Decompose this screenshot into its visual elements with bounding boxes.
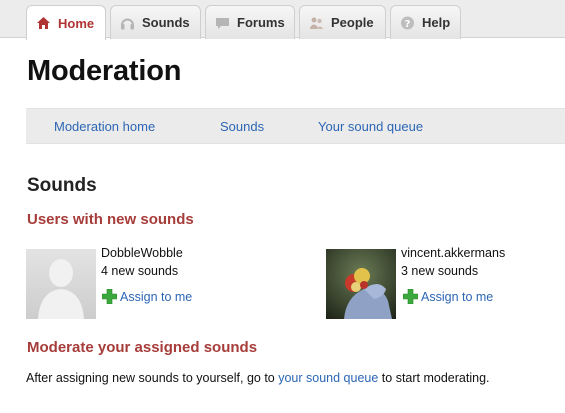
tab-label: Home [58, 15, 95, 31]
instructions-text: After assigning new sounds to yourself, … [26, 371, 279, 385]
headphones-icon [120, 16, 135, 30]
tab-label: Help [422, 15, 451, 30]
tab-people[interactable]: People [299, 5, 386, 39]
new-sounds-count: 3 new sounds [401, 264, 479, 278]
sound-queue-link[interactable]: your sound queue [278, 371, 378, 385]
tab-home[interactable]: Home [26, 5, 106, 40]
page-title: Moderation [27, 55, 182, 87]
tab-label: Sounds [142, 15, 190, 30]
moderation-instructions: After assigning new sounds to yourself, … [26, 371, 490, 385]
section-title: Sounds [27, 175, 97, 196]
speech-bubble-icon [215, 16, 230, 30]
moderate-assigned-heading: Moderate your assigned sounds [27, 339, 258, 356]
subnav-sounds[interactable]: Sounds [220, 119, 264, 134]
home-icon [36, 16, 51, 30]
subnav-sound-queue[interactable]: Your sound queue [318, 119, 423, 134]
assign-to-me-button[interactable]: Assign to me [102, 289, 192, 304]
avatar-default[interactable] [26, 249, 96, 319]
users-with-new-sounds-heading: Users with new sounds [27, 211, 194, 228]
tab-help[interactable]: ? Help [390, 5, 461, 39]
tab-sounds[interactable]: Sounds [110, 5, 201, 39]
assign-to-me-button[interactable]: Assign to me [403, 289, 493, 304]
plus-icon [102, 289, 117, 304]
help-icon: ? [400, 16, 415, 30]
user-name[interactable]: DobbleWobble [101, 246, 183, 260]
moderation-subnav: Moderation home Sounds Your sound queue [26, 108, 565, 144]
svg-text:?: ? [405, 19, 411, 30]
subnav-moderation-home[interactable]: Moderation home [54, 119, 155, 134]
user-name[interactable]: vincent.akkermans [401, 246, 505, 260]
assign-label: Assign to me [120, 289, 193, 304]
plus-icon [403, 289, 418, 304]
assign-label: Assign to me [421, 289, 494, 304]
new-sounds-count: 4 new sounds [101, 264, 179, 278]
tab-label: Forums [237, 15, 285, 30]
top-nav-bar: Home Sounds Forums People ? Help [0, 0, 565, 40]
avatar-photo[interactable] [326, 249, 396, 319]
tab-label: People [331, 15, 374, 30]
people-icon [309, 16, 324, 30]
instructions-text-end: to start moderating. [378, 371, 490, 385]
tab-forums[interactable]: Forums [205, 5, 295, 39]
